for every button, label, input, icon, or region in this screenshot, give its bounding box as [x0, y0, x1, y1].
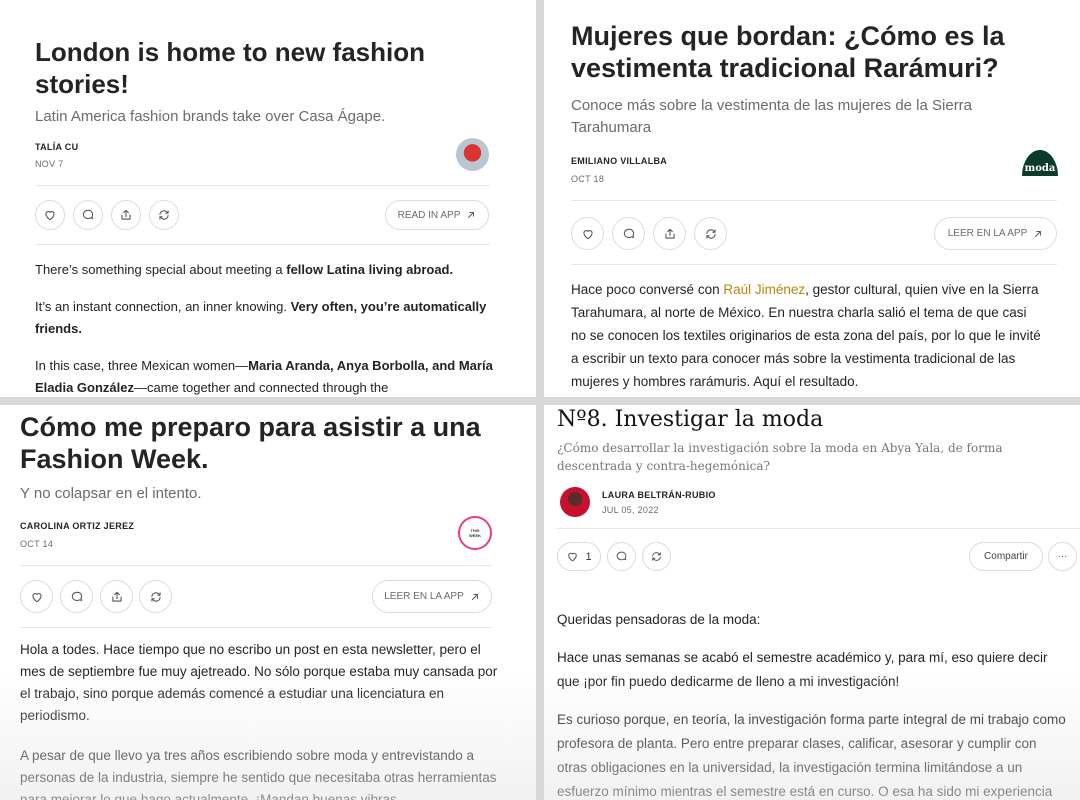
comment-button[interactable] — [607, 542, 636, 571]
read-in-app-button[interactable]: READ IN APP — [385, 200, 489, 230]
publication-logo[interactable]: THIS WEEK — [458, 516, 492, 550]
body-text: It’s an instant connection, an inner kno… — [35, 299, 291, 314]
comment-icon — [81, 208, 95, 222]
heart-icon — [30, 590, 44, 604]
body-paragraph: There’s something special about meeting … — [35, 259, 495, 281]
like-button[interactable] — [20, 580, 53, 613]
comment-button[interactable] — [612, 217, 645, 250]
arrow-up-right-icon — [466, 210, 476, 220]
author-name[interactable]: TALÍA CU — [35, 142, 78, 152]
read-in-app-label: LEER EN LA APP — [384, 591, 464, 602]
author-avatar[interactable] — [560, 487, 590, 517]
post-body: There’s something special about meeting … — [35, 259, 495, 397]
like-button[interactable] — [35, 200, 65, 230]
comment-icon — [615, 550, 628, 563]
comment-icon — [622, 227, 636, 241]
divider — [35, 185, 490, 186]
arrow-up-right-icon — [470, 592, 480, 602]
body-paragraph: Hace unas semanas se acabó el semestre a… — [557, 650, 1048, 689]
body-paragraph: It’s an instant connection, an inner kno… — [35, 296, 495, 340]
post-title: Mujeres que bordan: ¿Cómo es la vestimen… — [571, 21, 1005, 83]
share-button[interactable] — [653, 217, 686, 250]
like-button[interactable]: 1 — [557, 542, 601, 571]
read-in-app-button[interactable]: LEER EN LA APP — [372, 580, 492, 613]
publication-logo[interactable]: moda — [1022, 150, 1058, 176]
body-bold-text: fellow Latina living abroad. — [286, 262, 454, 277]
restack-button[interactable] — [149, 200, 179, 230]
post-title: London is home to new fashion stories! — [35, 37, 425, 99]
post-date: OCT 18 — [571, 174, 605, 184]
like-count: 1 — [585, 550, 592, 563]
restack-button[interactable] — [694, 217, 727, 250]
comment-icon — [70, 590, 84, 604]
share-icon — [663, 227, 677, 241]
body-text: There’s something special about meeting … — [35, 262, 287, 277]
body-paragraph: Hola a todes. Hace tiempo que no escribo… — [20, 642, 498, 723]
heart-icon — [581, 227, 595, 241]
post-body: Hola a todes. Hace tiempo que no escribo… — [20, 639, 500, 800]
heart-icon — [566, 550, 579, 563]
divider — [571, 264, 1057, 265]
post-subtitle: Latin America fashion brands take over C… — [35, 108, 386, 125]
body-paragraph: A pesar de que llevo ya tres años escrib… — [20, 748, 497, 800]
author-name[interactable]: LAURA BELTRÁN-RUBIO — [602, 490, 716, 500]
share-button[interactable] — [100, 580, 133, 613]
author-avatar[interactable] — [456, 138, 489, 171]
logo-text: moda — [1024, 163, 1056, 174]
body-text: —came together and connected through the — [133, 380, 389, 395]
read-in-app-label: READ IN APP — [397, 209, 461, 221]
logo-text: THIS WEEK — [469, 528, 481, 538]
post-body: Queridas pensadoras de la moda: Hace una… — [557, 608, 1067, 800]
post-panel-london: London is home to new fashion stories! L… — [0, 0, 536, 397]
body-paragraph: Es curioso porque, en teoría, la investi… — [557, 712, 1066, 799]
share-button[interactable]: Compartir — [969, 542, 1043, 571]
author-name[interactable]: CAROLINA ORTIZ JEREZ — [20, 521, 134, 531]
post-subtitle: Y no colapsar en el intento. — [20, 485, 202, 502]
restack-icon — [149, 590, 163, 604]
heart-icon — [43, 208, 57, 222]
body-paragraph: In this case, three Mexican women—Maria … — [35, 355, 495, 397]
ellipsis-icon: ··· — [1057, 551, 1068, 562]
divider — [20, 627, 492, 628]
share-button[interactable] — [111, 200, 141, 230]
comment-button[interactable] — [60, 580, 93, 613]
post-date: NOV 7 — [35, 159, 64, 169]
read-in-app-label: LEER EN LA APP — [947, 228, 1028, 239]
share-icon — [119, 208, 133, 222]
like-button[interactable] — [571, 217, 604, 250]
body-paragraph: Queridas pensadoras de la moda: — [557, 612, 761, 627]
post-date: OCT 14 — [20, 539, 54, 549]
share-label: Compartir — [984, 551, 1028, 562]
post-title: Nº8. Investigar la moda — [557, 407, 824, 432]
post-subtitle: Conoce más sobre la vestimenta de las mu… — [571, 97, 973, 136]
divider — [20, 565, 492, 566]
restack-icon — [650, 550, 663, 563]
post-panel-raramuri: Mujeres que bordan: ¿Cómo es la vestimen… — [544, 0, 1080, 397]
restack-icon — [704, 227, 718, 241]
post-title: Cómo me preparo para asistir a una Fashi… — [20, 412, 481, 474]
author-name[interactable]: EMILIANO VILLALBA — [571, 156, 667, 166]
post-panel-fashion-week: Cómo me preparo para asistir a una Fashi… — [0, 405, 536, 800]
share-icon — [110, 590, 124, 604]
arrow-up-right-icon — [1033, 229, 1043, 239]
body-text: In this case, three Mexican women— — [35, 358, 249, 373]
post-panel-investigar-moda: Nº8. Investigar la moda ¿Cómo desarrolla… — [544, 405, 1080, 800]
post-date: JUL 05, 2022 — [602, 505, 659, 515]
body-text: Hace poco conversé con — [571, 282, 724, 297]
restack-button[interactable] — [642, 542, 671, 571]
divider — [571, 200, 1057, 201]
post-body: Hace poco conversé con Raúl Jiménez, ges… — [571, 278, 1041, 393]
restack-icon — [157, 208, 171, 222]
post-subtitle: ¿Cómo desarrollar la investigación sobre… — [557, 441, 1003, 473]
divider — [35, 244, 490, 245]
body-text: , gestor cultural, quien vive en la Sier… — [571, 282, 1041, 389]
more-options-button[interactable]: ··· — [1048, 542, 1077, 571]
body-link[interactable]: Raúl Jiménez — [723, 282, 805, 297]
comment-button[interactable] — [73, 200, 103, 230]
restack-button[interactable] — [139, 580, 172, 613]
read-in-app-button[interactable]: LEER EN LA APP — [934, 217, 1057, 250]
divider — [557, 528, 1080, 529]
